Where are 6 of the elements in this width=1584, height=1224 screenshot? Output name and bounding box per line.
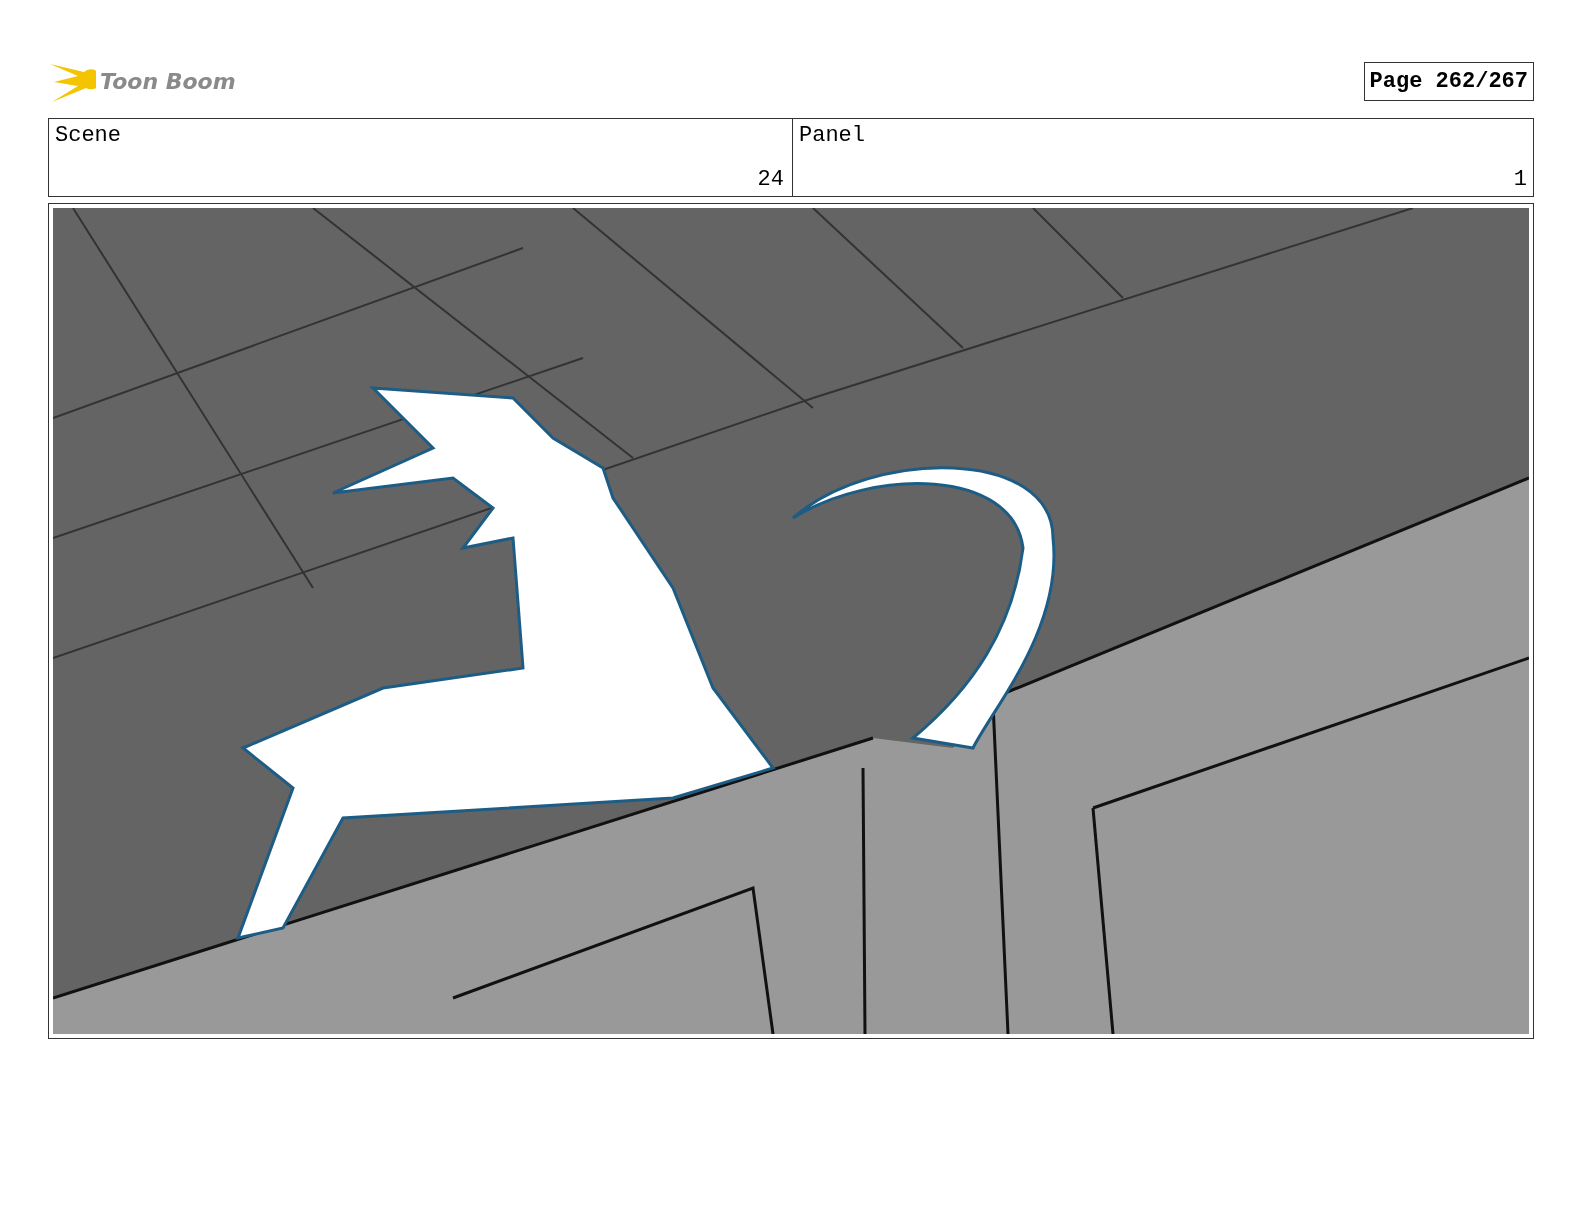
- field-label: Panel: [799, 123, 866, 148]
- field-label: Scene: [55, 123, 122, 148]
- field-value: 1: [1513, 167, 1527, 192]
- page-number: Page 262/267: [1363, 61, 1534, 101]
- field-value: 24: [757, 167, 784, 192]
- logo-text: Toon Boom: [100, 68, 236, 94]
